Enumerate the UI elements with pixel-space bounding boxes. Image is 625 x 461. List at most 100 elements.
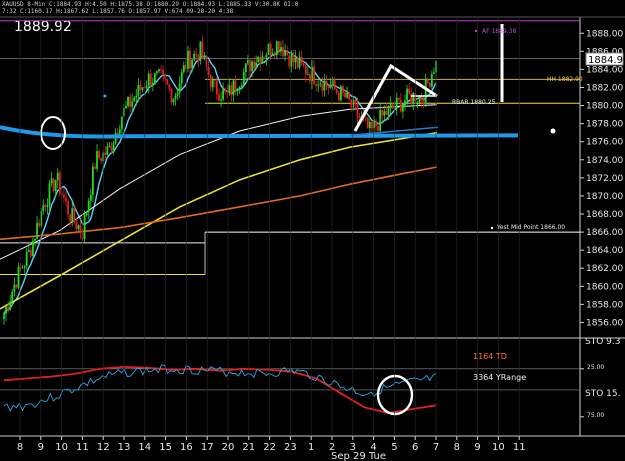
sto-label-top: STO 9.3 [585, 337, 620, 347]
x-tick-label: 15 [159, 442, 172, 453]
candle-body [162, 69, 165, 75]
x-tick-label: 8 [17, 442, 23, 453]
candle-body [238, 86, 241, 91]
candle-body [412, 93, 415, 104]
candle-body [193, 53, 196, 60]
candle-body [317, 84, 320, 86]
candle-body [5, 306, 7, 314]
candle-body [350, 99, 353, 107]
x-tick-label: 21 [242, 442, 255, 453]
candle-body [27, 249, 30, 252]
candle-body [377, 126, 380, 131]
candle-body [399, 99, 402, 112]
candle-body [251, 61, 253, 72]
candle-body [106, 146, 109, 156]
candle-body [426, 79, 429, 83]
candle-body [203, 55, 206, 58]
candle-body [230, 85, 233, 96]
candle-body [83, 215, 86, 239]
candle-body [259, 56, 262, 64]
x-tick-label: 20 [222, 442, 235, 453]
candle-body [38, 222, 41, 227]
candle-body [187, 50, 189, 69]
candle-body [141, 87, 144, 90]
candle-body [240, 85, 243, 87]
candle-body [234, 80, 237, 91]
candle-body [222, 90, 225, 100]
candle-body [176, 92, 179, 96]
candle-body [271, 53, 274, 56]
candle-body [416, 102, 419, 104]
candle-body [52, 178, 55, 192]
candle-body [306, 74, 309, 75]
candle-body [168, 84, 171, 89]
candle-body [433, 72, 435, 74]
header-line-1: XAUUSD 8-Min C:1884.93 H:4.50 H:1875.38 … [2, 1, 299, 8]
y-tick-label: 1866.00 [586, 228, 623, 238]
candle-body [269, 43, 272, 56]
candle-body [25, 251, 28, 266]
candle-body [215, 80, 218, 95]
candle-body [284, 51, 287, 56]
candle-body [191, 59, 193, 69]
candle-body [7, 306, 10, 310]
candle-body [288, 55, 291, 67]
candle-body [15, 284, 18, 288]
candle-body [54, 180, 57, 192]
candle-body [131, 101, 134, 107]
candle-body [383, 111, 386, 116]
header-line-2: 7:32 C:1160.17 H:1867.62 L:1857.76 O:185… [2, 8, 234, 15]
candle-body [112, 142, 115, 151]
candle-body [158, 69, 160, 72]
candle-body [313, 66, 315, 84]
candle-body [149, 73, 152, 86]
candle-body [147, 73, 150, 86]
candle-body [397, 97, 400, 100]
candle-body [75, 221, 78, 229]
y-tick-label: 1862.00 [586, 264, 623, 274]
y-tick-label: 1882.00 [586, 83, 623, 93]
candle-body [236, 90, 239, 92]
af-label: AF 1889.38 [482, 28, 516, 35]
candle-body [408, 88, 411, 94]
candle-body [263, 56, 266, 58]
x-tick-label: 23 [284, 442, 297, 453]
candle-body [371, 121, 373, 129]
candle-body [100, 157, 103, 162]
y-tick-label: 1888.00 [586, 29, 623, 39]
price-axis: 1856.00 1858.00 1860.00 1862.00 1864.00 1866.… [580, 29, 623, 328]
candle-body [139, 85, 142, 90]
candle-body [213, 79, 216, 81]
candle-body [298, 57, 301, 68]
candle-body [302, 62, 305, 66]
candle-body [402, 103, 404, 112]
candle-body [135, 95, 138, 98]
candle-body [356, 104, 359, 117]
candle-body [395, 97, 398, 109]
candle-body [133, 97, 136, 102]
candle-body [387, 106, 390, 115]
candle-body [91, 166, 94, 195]
candle-body [319, 83, 322, 85]
candle-body [358, 116, 361, 118]
candle-body [275, 41, 278, 56]
candle-body [294, 58, 297, 63]
candle-body [430, 73, 433, 87]
candle-body [249, 60, 251, 72]
candle-body [300, 57, 303, 63]
candle-body [79, 225, 82, 233]
candle-body [418, 95, 421, 103]
candle-body [348, 92, 351, 100]
candle-body [381, 109, 384, 116]
candle-body [292, 54, 295, 63]
x-tick-label: 9 [38, 442, 44, 453]
y-tick-label: 1856.00 [586, 318, 623, 328]
x-tick-label: 6 [412, 442, 418, 453]
candle-body [207, 66, 210, 75]
candle-body [137, 85, 140, 96]
price-label: 1889.92 [14, 19, 72, 35]
candle-body [220, 99, 222, 101]
candle-body [337, 92, 340, 101]
sto-label-mid: STO 15. [585, 389, 620, 399]
candle-body [261, 56, 264, 64]
